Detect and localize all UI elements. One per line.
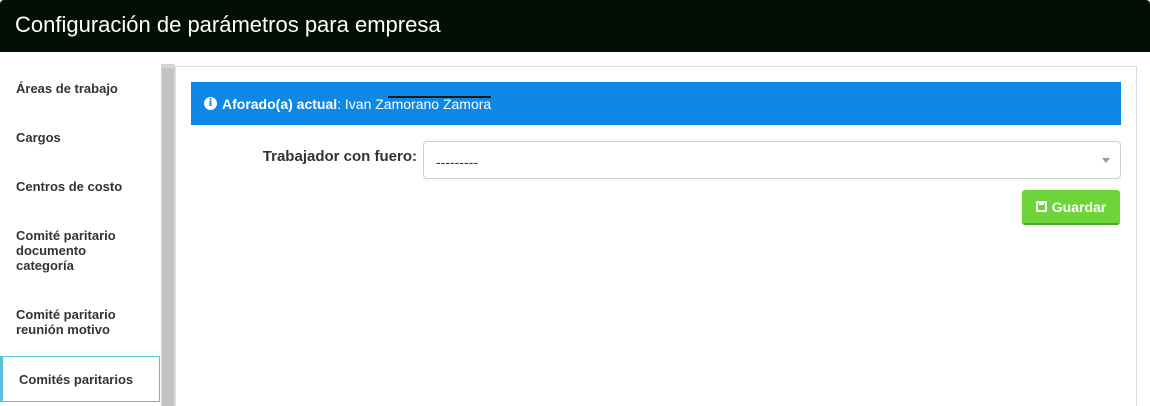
sidebar-scrollbar[interactable]: [161, 64, 175, 406]
worker-field-label: Trabajador con fuero:: [262, 148, 417, 165]
page-header: Configuración de parámetros para empresa: [0, 0, 1150, 52]
sidebar-item-label: Comité paritario reunión motivo: [16, 307, 116, 337]
chevron-down-icon: [1102, 158, 1110, 163]
page-title: Configuración de parámetros para empresa: [15, 12, 441, 37]
scrollbar-thumb[interactable]: [162, 68, 174, 406]
alert-label: Aforado(a) actual: [222, 95, 338, 112]
info-circle-icon: i: [204, 97, 217, 110]
floppy-disk-icon: [1035, 201, 1047, 212]
alert-value: Ivan Zamorano Zamora: [344, 95, 492, 112]
current-aforado-alert: i Aforado(a) actual: Ivan Zamorano Zamor…: [191, 82, 1121, 125]
sidebar-item-areas-de-trabajo[interactable]: Áreas de trabajo: [0, 64, 160, 113]
alert-value-text: Ivan Zamorano Zamora: [344, 95, 492, 112]
sidebar-item-label: Comités paritarios: [19, 371, 134, 387]
sidebar-item-cargos[interactable]: Cargos: [0, 113, 160, 162]
save-button-label: Guardar: [1051, 198, 1107, 215]
sidebar-item-label: Cargos: [16, 130, 61, 145]
save-button[interactable]: Guardar: [1022, 190, 1120, 225]
sidebar-item-label: Áreas de trabajo: [16, 81, 118, 96]
sidebar-item-centros-de-costo[interactable]: Centros de costo: [0, 162, 160, 211]
worker-select-value: ---------: [436, 154, 478, 170]
worker-select[interactable]: ---------: [423, 141, 1121, 179]
sidebar-item-label: Comité paritario documento categoría: [16, 227, 116, 273]
sidebar-item-comites-paritarios[interactable]: Comités paritarios: [0, 356, 160, 402]
sidebar-item-comite-paritario-reunion-motivo[interactable]: Comité paritario reunión motivo: [0, 299, 160, 345]
sidebar-item-comite-paritario-documento-categoria[interactable]: Comité paritario documento categoría: [0, 220, 160, 280]
alert-separator: :: [337, 95, 342, 112]
sidebar-item-label: Centros de costo: [16, 179, 123, 194]
sidebar: Áreas de trabajo Cargos Centros de costo…: [0, 64, 161, 406]
redaction-strike: [387, 95, 491, 98]
